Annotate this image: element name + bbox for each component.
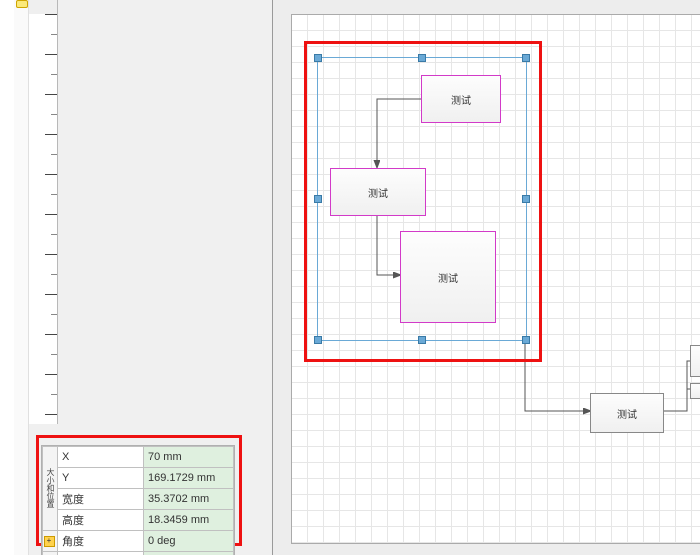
prop-key: 旋转中心点位置 xyxy=(58,552,144,555)
prop-key: Y xyxy=(58,468,144,489)
category-icon[interactable]: + xyxy=(43,531,58,552)
panel-divider xyxy=(57,0,58,424)
prop-key: X xyxy=(58,447,144,468)
prop-val[interactable]: 35.3702 mm xyxy=(144,489,234,510)
prop-key: 高度 xyxy=(58,510,144,531)
gutter-2 xyxy=(14,0,29,555)
drawing-page[interactable]: 测试 测试 测试 测试 xyxy=(291,14,700,544)
ruler-corner xyxy=(29,0,58,14)
prop-val[interactable]: 70 mm xyxy=(144,447,234,468)
shape-partial-2[interactable] xyxy=(690,383,700,399)
shape-test-4[interactable]: 测试 xyxy=(590,393,664,433)
prop-key: 角度 xyxy=(58,531,144,552)
shape-label: 测试 xyxy=(617,406,637,421)
vertical-ruler[interactable] xyxy=(29,14,58,424)
gutter xyxy=(0,0,15,555)
prop-val[interactable]: 0 deg xyxy=(144,531,234,552)
chip-icon xyxy=(16,0,28,8)
shape-partial-1[interactable] xyxy=(690,345,700,377)
expand-icon[interactable]: + xyxy=(43,552,58,555)
selection-highlight xyxy=(304,41,542,362)
prop-key: 宽度 xyxy=(58,489,144,510)
plus-icon: + xyxy=(44,536,55,547)
category-label: 大小和位置 xyxy=(43,447,58,531)
prop-val[interactable]: 169.1729 mm xyxy=(144,468,234,489)
prop-val[interactable]: 正中部 xyxy=(144,552,234,555)
diagram-editor: 大小和位置 X 70 mm Y 169.1729 mm 宽度 35.3702 m… xyxy=(0,0,700,555)
canvas-area[interactable]: 测试 测试 测试 测试 xyxy=(272,0,700,555)
properties-panel[interactable]: 大小和位置 X 70 mm Y 169.1729 mm 宽度 35.3702 m… xyxy=(41,445,235,555)
prop-val[interactable]: 18.3459 mm xyxy=(144,510,234,531)
